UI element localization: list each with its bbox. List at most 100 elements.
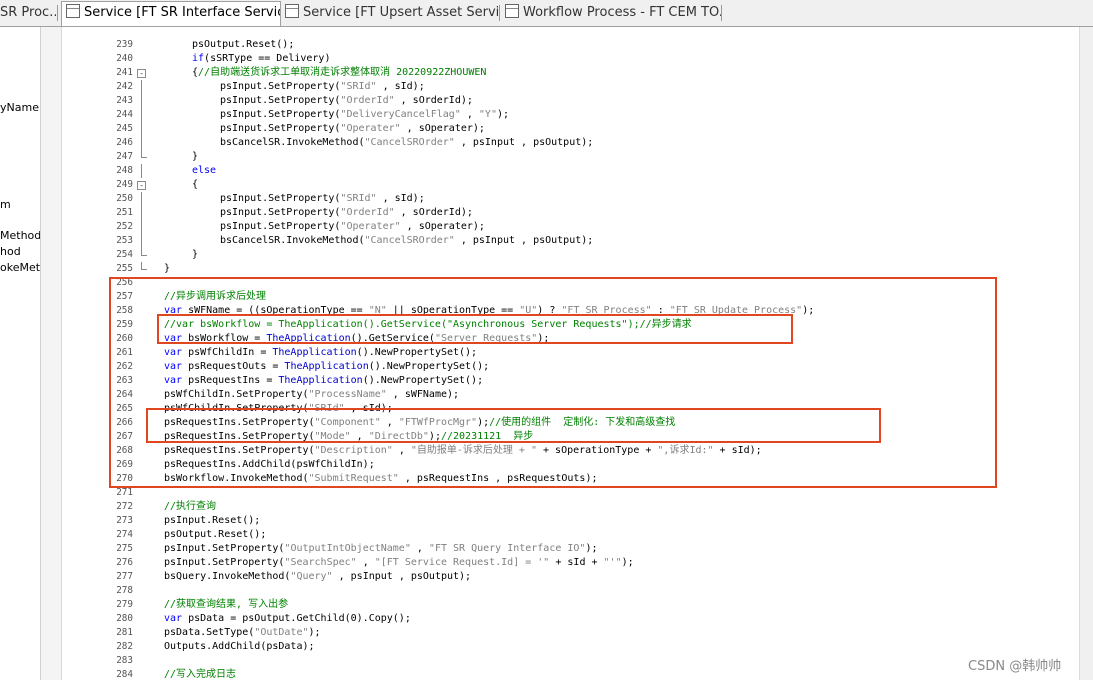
line-number: 274 [116,529,133,540]
tab-separator [721,5,722,21]
line-number: 273 [116,515,133,526]
fold-guide [137,584,149,598]
code-line[interactable]: 281 psData.SetType("OutDate"); [41,626,1093,640]
method-list-item[interactable]: hod [0,245,21,258]
code-line[interactable]: 248 else [41,164,1093,178]
line-number: 275 [116,543,133,554]
fold-guide [137,122,149,136]
fold-guide [137,542,149,556]
tab-sr-process[interactable]: SR Proc... [0,2,56,24]
line-number: 278 [116,585,133,596]
line-number: 245 [116,123,133,134]
code-line[interactable]: 255} [41,262,1093,276]
code-line[interactable]: 252 psInput.SetProperty("Operater" , sOpe… [41,220,1093,234]
code-line[interactable]: 276 psInput.SetProperty("SearchSpec" , "[… [41,556,1093,570]
code-line[interactable]: 279 //获取查询结果, 写入出参 [41,598,1093,612]
code-line[interactable]: 254} [41,248,1093,262]
method-list-item[interactable]: m [0,198,11,211]
code-line[interactable]: 271 [41,486,1093,500]
tab-ft-sr-interface-service-label: Service [FT SR Interface Service... [84,5,280,20]
line-number: 250 [116,193,133,204]
code-line[interactable]: 282 Outputs.AddChild(psData); [41,640,1093,654]
fold-guide [137,640,149,654]
fold-guide [137,206,149,220]
code-text: psOutput.Reset(); [192,39,295,50]
line-number: 249 [116,179,133,190]
line-number: 246 [116,137,133,148]
code-line[interactable]: 244 psInput.SetProperty("DeliveryCancelFl… [41,108,1093,122]
code-text: { [192,179,199,190]
code-line[interactable]: 273 psInput.Reset(); [41,514,1093,528]
code-line[interactable]: 251 psInput.SetProperty("OrderId" , sOrde… [41,206,1093,220]
tab-ft-sr-interface-service[interactable]: Service [FT SR Interface Service... [61,1,281,26]
line-number: 254 [116,249,133,260]
code-text: psInput.SetProperty("SRId" , sId); [220,193,425,204]
code-line[interactable]: 246 bsCancelSR.InvokeMethod("CancelSROrde… [41,136,1093,150]
code-line[interactable]: 242 psInput.SetProperty("SRId" , sId); [41,80,1093,94]
fold-toggle-icon[interactable]: - [137,178,149,192]
code-text: if(sSRType == Delivery) [192,53,331,64]
fold-guide [137,654,149,668]
fold-guide [137,500,149,514]
line-number: 279 [116,599,133,610]
line-number: 251 [116,207,133,218]
line-number: 244 [116,109,133,120]
code-text: } [192,151,199,162]
fold-guide [137,108,149,122]
code-text: psInput.SetProperty("Operater" , sOperat… [220,221,485,232]
tab-separator [57,5,58,21]
tab-workflow-process[interactable]: Workflow Process - FT CEM TO... [501,2,721,24]
tab-workflow-process-label: Workflow Process - FT CEM TO... [523,5,721,20]
tab-ft-upsert-asset-service[interactable]: Service [FT Upsert Asset Servic... [281,2,499,24]
code-text: var psData = psOutput.GetChild(0).Copy()… [164,613,411,624]
tab-ft-upsert-asset-service-label: Service [FT Upsert Asset Servic... [303,5,499,20]
fold-guide [137,192,149,206]
method-list-item[interactable]: yName [0,101,39,114]
fold-guide [137,150,149,164]
code-line[interactable]: 249- { [41,178,1093,192]
code-text: psData.SetType("OutDate"); [164,627,321,638]
code-text: psOutput.Reset(); [164,529,267,540]
highlight-box-request-mode [146,408,881,443]
fold-guide [137,598,149,612]
code-line[interactable]: 239 psOutput.Reset(); [41,38,1093,52]
fold-guide [137,612,149,626]
code-line[interactable]: 241- {//自助端送货诉求工单取消走诉求整体取消 20220922ZHOUWE… [41,66,1093,80]
code-line[interactable]: 278 [41,584,1093,598]
fold-guide [137,514,149,528]
code-text: } [164,263,171,274]
line-number: 280 [116,613,133,624]
fold-guide [137,528,149,542]
code-line[interactable]: 277 bsQuery.InvokeMethod("Query" , psInpu… [41,570,1093,584]
fold-guide [137,38,149,52]
fold-guide [137,248,149,262]
fold-toggle-icon[interactable]: - [137,66,149,80]
vertical-scrollbar[interactable] [1079,27,1093,680]
code-line[interactable]: 280 var psData = psOutput.GetChild(0).Cop… [41,612,1093,626]
line-number: 276 [116,557,133,568]
line-number: 248 [116,165,133,176]
code-line[interactable]: 250 psInput.SetProperty("SRId" , sId); [41,192,1093,206]
code-line[interactable]: 274 psOutput.Reset(); [41,528,1093,542]
code-text: psInput.SetProperty("SRId" , sId); [220,81,425,92]
method-list-item[interactable]: Method [0,229,40,242]
code-line[interactable]: 272 //执行查询 [41,500,1093,514]
fold-guide [137,626,149,640]
method-list-item[interactable]: okeMetl [0,261,40,274]
code-text: {//自助端送货诉求工单取消走诉求整体取消 20220922ZHOUWEN [192,67,487,78]
code-line[interactable]: 243 psInput.SetProperty("OrderId" , sOrde… [41,94,1093,108]
line-number: 239 [116,39,133,50]
code-line[interactable]: 245 psInput.SetProperty("Operater" , sOpe… [41,122,1093,136]
line-number: 283 [116,655,133,666]
code-text: else [192,165,217,176]
code-text: psInput.SetProperty("OutputIntObjectName… [164,543,598,554]
tab-sr-process-label: SR Proc... [0,5,56,20]
code-line[interactable]: 240 if(sSRType == Delivery) [41,52,1093,66]
code-line[interactable]: 253 bsCancelSR.InvokeMethod("CancelSROrde… [41,234,1093,248]
code-line[interactable]: 283 [41,654,1093,668]
workflow-icon [505,4,519,18]
line-number: 243 [116,95,133,106]
line-number: 241 [116,67,133,78]
code-line[interactable]: 247} [41,150,1093,164]
code-line[interactable]: 275 psInput.SetProperty("OutputIntObjectN… [41,542,1093,556]
